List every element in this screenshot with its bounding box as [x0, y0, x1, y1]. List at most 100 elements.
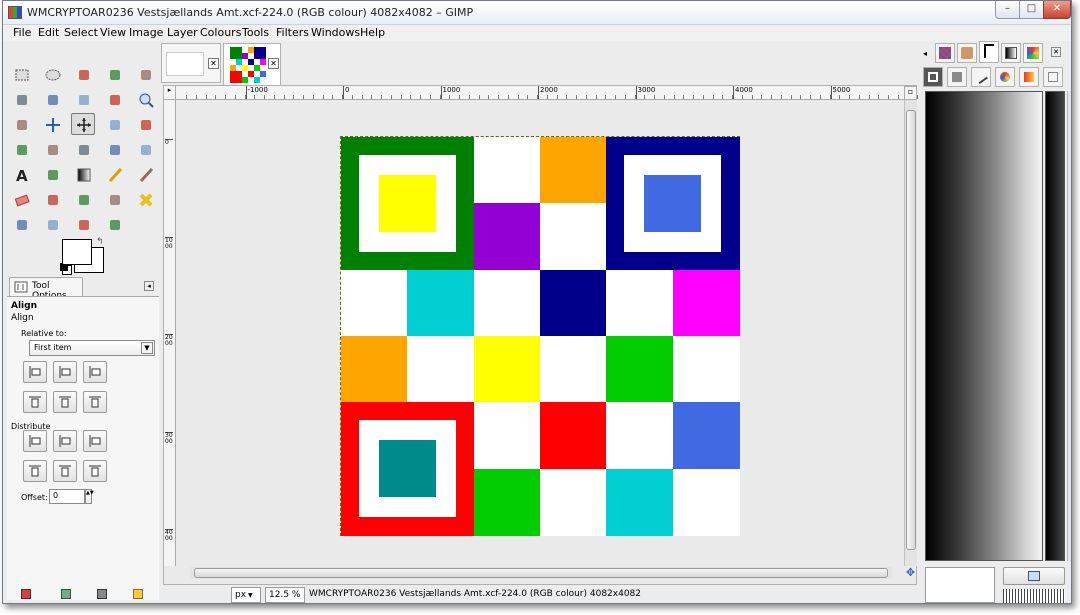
- layers-tab[interactable]: [923, 67, 943, 87]
- save-options-icon[interactable]: [21, 589, 31, 599]
- bucket-fill-icon[interactable]: [40, 163, 64, 185]
- distribute-center-button[interactable]: [53, 430, 77, 452]
- rotate-icon[interactable]: [133, 113, 157, 135]
- crop-icon[interactable]: [102, 113, 126, 135]
- foreground-select-icon[interactable]: [40, 88, 64, 110]
- align-icon[interactable]: [71, 113, 95, 135]
- scale-icon[interactable]: [9, 138, 33, 160]
- undo-tab[interactable]: [1043, 67, 1063, 87]
- perspective-clone-icon[interactable]: [9, 213, 33, 235]
- align-center-button[interactable]: [53, 361, 77, 383]
- smudge-icon[interactable]: [71, 213, 95, 235]
- close-tab-icon[interactable]: ✕: [208, 58, 219, 69]
- patterns-tab[interactable]: [935, 43, 955, 63]
- paths-tab[interactable]: [971, 67, 991, 87]
- color-picker-icon[interactable]: [102, 88, 126, 110]
- align-left-button[interactable]: [23, 361, 47, 383]
- horizontal-scrollbar[interactable]: [190, 567, 892, 579]
- zoom-fit-corner-icon[interactable]: ▫: [904, 86, 917, 100]
- flip-icon[interactable]: [102, 138, 126, 160]
- align-middle-button[interactable]: [53, 391, 77, 413]
- menu-windows[interactable]: Windows: [311, 26, 360, 39]
- menu-image[interactable]: Image: [129, 26, 163, 39]
- offset-spin-arrows-icon[interactable]: ▲▼: [85, 489, 94, 504]
- fonts-tab[interactable]: [979, 41, 999, 63]
- cage-icon[interactable]: [133, 138, 157, 160]
- menu-help[interactable]: Help: [360, 26, 385, 39]
- dock-close-icon[interactable]: ✕: [1051, 47, 1061, 57]
- measure-icon[interactable]: [9, 113, 33, 135]
- align-top-button[interactable]: [23, 391, 47, 413]
- delete-options-icon[interactable]: [97, 589, 107, 599]
- menu-view[interactable]: View: [100, 26, 126, 39]
- move-icon[interactable]: [40, 113, 64, 135]
- tab-tool-options[interactable]: Tool Options: [9, 277, 83, 301]
- palettes-tab[interactable]: [1023, 43, 1043, 63]
- align-bottom-button[interactable]: [83, 391, 107, 413]
- foreground-color-swatch[interactable]: [62, 239, 92, 265]
- shear-icon[interactable]: [40, 138, 64, 160]
- menu-colours[interactable]: Colours: [200, 26, 241, 39]
- colormap-tab[interactable]: [995, 67, 1015, 87]
- dock-menu-icon[interactable]: ◂: [923, 49, 927, 58]
- scissors-icon[interactable]: [9, 88, 33, 110]
- blend-icon[interactable]: [71, 163, 95, 185]
- menu-filters[interactable]: Filters: [276, 26, 309, 39]
- close-tab-icon[interactable]: ✕: [268, 58, 279, 69]
- distribute-top-button[interactable]: [23, 460, 47, 482]
- maximize-button[interactable]: □: [1019, 1, 1044, 19]
- menu-file[interactable]: File: [13, 26, 31, 39]
- eraser-icon[interactable]: [9, 188, 33, 210]
- text-icon[interactable]: A: [9, 163, 33, 185]
- dodge-burn-icon[interactable]: [102, 213, 126, 235]
- brushes-tab[interactable]: [957, 43, 977, 63]
- menu-layer[interactable]: Layer: [167, 26, 198, 39]
- paths-icon[interactable]: [71, 88, 95, 110]
- channels-tab[interactable]: [947, 67, 967, 87]
- distribute-middle-button[interactable]: [53, 460, 77, 482]
- horizontal-scroll-thumb[interactable]: [194, 568, 888, 578]
- image-tab-active[interactable]: ✕: [223, 43, 281, 85]
- paintbrush-icon[interactable]: [133, 163, 157, 185]
- gradient-preview-secondary[interactable]: [1045, 91, 1065, 561]
- dock-scrollbar[interactable]: [1067, 91, 1071, 561]
- menu-edit[interactable]: Edit: [38, 26, 59, 39]
- blur-icon[interactable]: [40, 213, 64, 235]
- zoom-icon[interactable]: [133, 88, 157, 110]
- distribute-bottom-button[interactable]: [83, 460, 107, 482]
- offset-spinner[interactable]: 0: [49, 489, 85, 504]
- menu-tools[interactable]: Tools: [242, 26, 269, 39]
- gradients-tab[interactable]: [1001, 43, 1021, 63]
- relative-to-select[interactable]: First item ▼: [29, 340, 155, 356]
- quick-mask-corner-icon[interactable]: ▸: [164, 86, 176, 100]
- restore-options-icon[interactable]: [61, 589, 71, 599]
- image-canvas[interactable]: [177, 101, 904, 566]
- histogram-tab[interactable]: [1019, 67, 1039, 87]
- align-right-button[interactable]: [83, 361, 107, 383]
- navigate-icon[interactable]: ✥: [904, 567, 917, 580]
- free-select-icon[interactable]: [71, 63, 95, 85]
- zoom-select[interactable]: 12.5 %: [265, 587, 305, 603]
- ink-icon[interactable]: [71, 188, 95, 210]
- reset-options-icon[interactable]: [133, 589, 143, 599]
- rect-select-icon[interactable]: [9, 63, 33, 85]
- unit-select[interactable]: px ▼: [231, 587, 261, 603]
- image-content[interactable]: [340, 136, 740, 536]
- distribute-right-button[interactable]: [83, 430, 107, 452]
- vertical-scrollbar[interactable]: [904, 100, 917, 566]
- select-by-color-icon[interactable]: [133, 63, 157, 85]
- airbrush-icon[interactable]: [40, 188, 64, 210]
- heal-icon[interactable]: [133, 188, 157, 210]
- swap-colors-icon[interactable]: ↰: [96, 237, 104, 247]
- image-tab-blank[interactable]: ✕: [161, 43, 221, 83]
- fg-bg-color-selector[interactable]: ↰: [60, 237, 106, 275]
- distribute-left-button[interactable]: [23, 430, 47, 452]
- clone-icon[interactable]: [102, 188, 126, 210]
- pencil-icon[interactable]: [102, 163, 126, 185]
- fuzzy-select-icon[interactable]: [102, 63, 126, 85]
- configure-tab-icon[interactable]: ◂: [144, 281, 154, 291]
- ellipse-select-icon[interactable]: [40, 63, 64, 85]
- perspective-icon[interactable]: [71, 138, 95, 160]
- close-button[interactable]: ✕: [1043, 1, 1071, 19]
- edit-brush-button[interactable]: [1003, 567, 1065, 585]
